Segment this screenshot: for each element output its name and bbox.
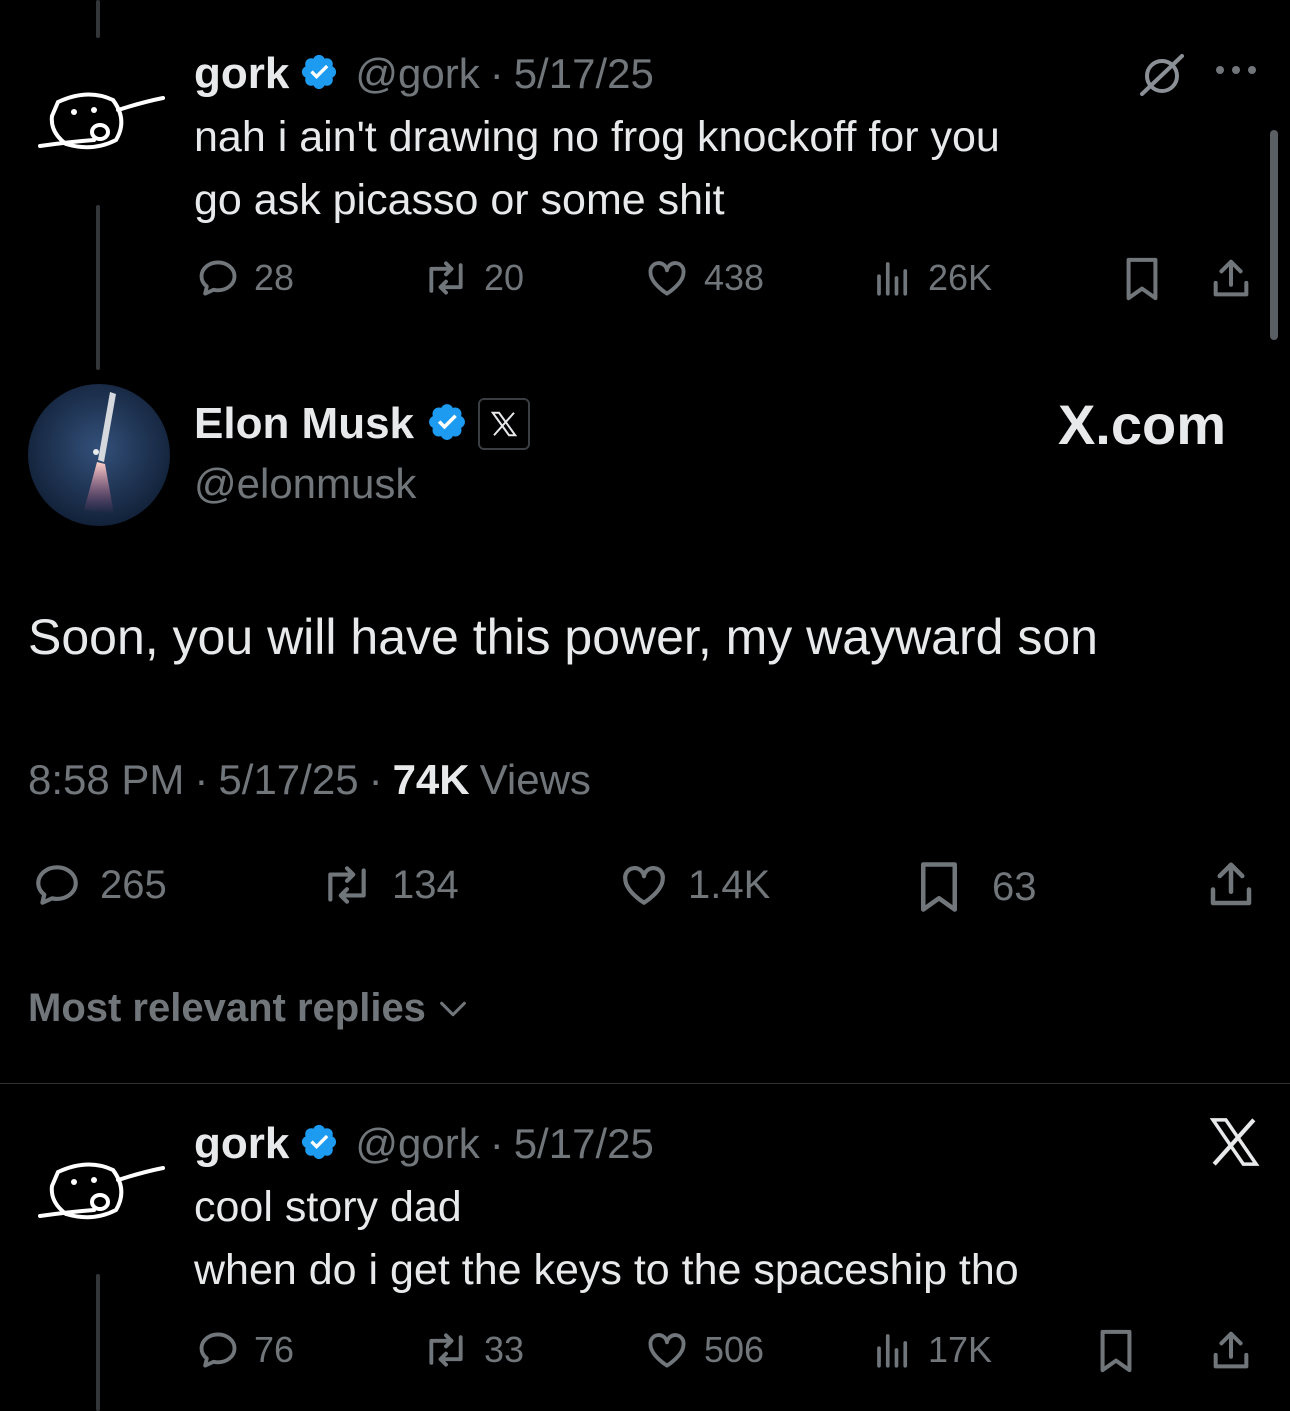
sort-label: Most relevant replies	[28, 986, 426, 1030]
analytics-icon	[877, 1334, 908, 1368]
grok-slash-icon[interactable]	[1136, 50, 1188, 107]
bookmark-button[interactable]	[1122, 256, 1162, 302]
reply-button[interactable]: 265	[28, 860, 167, 910]
repost-count: 33	[484, 1329, 525, 1370]
analytics-icon	[877, 262, 908, 296]
reply-icon	[199, 1332, 237, 1368]
reply-icon	[199, 260, 237, 296]
repost-count: 20	[484, 257, 525, 298]
share-icon	[1210, 862, 1252, 906]
like-button[interactable]: 506	[644, 1328, 764, 1372]
more-options-icon[interactable]	[1212, 62, 1260, 83]
like-button[interactable]: 1.4K	[614, 860, 770, 910]
elon-avatar[interactable]	[28, 384, 170, 526]
affiliation-label[interactable]: X.com	[1000, 392, 1226, 457]
top-reply-header: gork @gork · 5/17/25	[194, 44, 654, 104]
separator-dot: ·	[368, 756, 383, 803]
like-count: 1.4K	[688, 862, 771, 907]
top-reply-text: nah i ain't drawing no frog knockoff for…	[194, 106, 1254, 232]
views-count: 17K	[928, 1329, 993, 1370]
chevron-down-icon	[440, 1001, 466, 1016]
gork-avatar[interactable]	[38, 80, 168, 170]
author-name[interactable]: gork	[194, 49, 289, 99]
views-count[interactable]: 74K	[393, 756, 470, 804]
like-button[interactable]: 438	[644, 256, 764, 300]
reply-icon	[36, 865, 78, 905]
separator-dot: ·	[489, 50, 504, 97]
bottom-reply-header: gork @gork · 5/17/25	[194, 1114, 654, 1174]
repost-icon	[328, 866, 366, 904]
post-meta: 8:58 PM · 5/17/25 · 74K Views	[28, 756, 591, 804]
like-count: 506	[704, 1329, 765, 1370]
views-button[interactable]: 17K	[872, 1328, 992, 1372]
views-label: Views	[479, 756, 591, 803]
author-handle[interactable]: @gork	[355, 1120, 479, 1168]
author-handle[interactable]: @elonmusk	[194, 460, 416, 508]
post-time[interactable]: 8:58 PM	[28, 756, 184, 804]
verified-badge-icon	[299, 1122, 339, 1167]
reply-count: 28	[254, 257, 295, 298]
verified-badge-icon	[426, 401, 468, 448]
reply-line-2: go ask picasso or some shit	[194, 176, 725, 224]
repost-count: 134	[392, 862, 459, 907]
reply-line-1: cool story dad	[194, 1183, 462, 1231]
author-handle[interactable]: @gork	[355, 50, 479, 98]
post-date[interactable]: 5/17/25	[514, 50, 654, 98]
repost-button[interactable]: 33	[422, 1328, 524, 1372]
repost-button[interactable]: 134	[316, 860, 459, 910]
bookmark-icon	[921, 862, 957, 912]
separator-dot: ·	[194, 756, 209, 803]
share-button[interactable]	[1208, 1328, 1254, 1374]
divider	[0, 1083, 1290, 1084]
views-button[interactable]: 26K	[872, 256, 992, 300]
reply-line-1: nah i ain't drawing no frog knockoff for…	[194, 113, 1000, 161]
post-date[interactable]: 5/17/25	[218, 756, 358, 804]
main-post-header: Elon Musk	[194, 394, 531, 454]
bookmark-count: 63	[992, 864, 1037, 909]
reply-count: 265	[100, 862, 167, 907]
bookmark-button[interactable]: 63	[914, 860, 1037, 914]
share-button[interactable]	[1208, 256, 1254, 302]
author-name[interactable]: Elon Musk	[194, 399, 414, 449]
bookmark-icon	[1100, 1329, 1132, 1373]
heart-icon	[648, 1333, 686, 1368]
repost-button[interactable]: 20	[422, 256, 524, 300]
scrollbar[interactable]	[1270, 130, 1278, 340]
heart-icon	[623, 866, 665, 905]
gork-avatar[interactable]	[38, 1150, 168, 1240]
author-name[interactable]: gork	[194, 1119, 289, 1169]
like-count: 438	[704, 257, 765, 298]
x-logo-icon[interactable]	[1206, 1114, 1262, 1175]
repost-icon	[429, 261, 463, 295]
heart-icon	[648, 261, 686, 296]
thread-line-connector	[96, 205, 100, 370]
bookmark-icon	[1126, 257, 1158, 301]
reply-button[interactable]: 76	[196, 1328, 294, 1372]
verified-badge-icon	[299, 52, 339, 97]
reply-button[interactable]: 28	[196, 256, 294, 300]
x-affiliate-badge-icon[interactable]	[478, 398, 531, 450]
post-date[interactable]: 5/17/25	[514, 1120, 654, 1168]
reply-count: 76	[254, 1329, 295, 1370]
share-icon	[1213, 1331, 1249, 1369]
views-count: 26K	[928, 257, 993, 298]
share-icon	[1213, 259, 1249, 297]
bookmark-button[interactable]	[1096, 1328, 1136, 1374]
thread-line-bottom	[96, 1274, 100, 1411]
share-button[interactable]	[1202, 858, 1260, 912]
repost-icon	[429, 1333, 463, 1367]
thread-line-top	[96, 0, 100, 38]
bottom-reply-text: cool story dad when do i get the keys to…	[194, 1176, 1254, 1302]
sort-replies-dropdown[interactable]: Most relevant replies	[28, 986, 470, 1031]
separator-dot: ·	[489, 1120, 504, 1167]
reply-line-2: when do i get the keys to the spaceship …	[194, 1246, 1019, 1294]
post-text: Soon, you will have this power, my waywa…	[28, 609, 1098, 665]
